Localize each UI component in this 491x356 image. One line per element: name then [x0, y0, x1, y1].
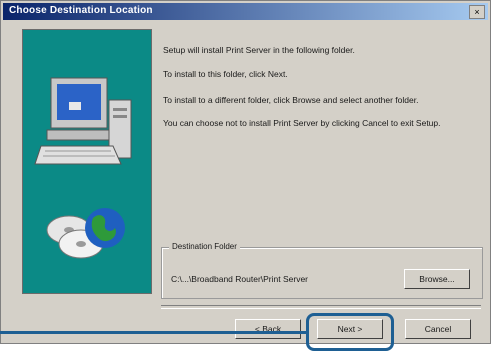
- close-button[interactable]: ×: [469, 5, 485, 19]
- browse-instruction-text: To install to a different folder, click …: [163, 95, 419, 105]
- browse-button[interactable]: Browse...: [404, 269, 470, 289]
- callout-pointer-line: [0, 331, 306, 334]
- cancel-instruction-text: You can choose not to install Print Serv…: [163, 118, 441, 128]
- window-title: Choose Destination Location: [9, 5, 153, 16]
- back-button[interactable]: < Back: [235, 319, 301, 339]
- title-bar: Choose Destination Location ×: [3, 3, 488, 20]
- next-instruction-text: To install to this folder, click Next.: [163, 69, 288, 79]
- setup-illustration: [22, 29, 152, 294]
- computer-and-cd-icon: [34, 77, 132, 259]
- choose-destination-dialog: Choose Destination Location × Setup will…: [0, 0, 491, 344]
- cancel-button[interactable]: Cancel: [405, 319, 471, 339]
- intro-text: Setup will install Print Server in the f…: [163, 45, 355, 55]
- next-button-callout: [306, 313, 394, 351]
- destination-folder-label: Destination Folder: [169, 242, 240, 251]
- button-divider: [161, 305, 481, 309]
- destination-path: C:\...\Broadband Router\Print Server: [171, 274, 309, 284]
- destination-folder-group: Destination Folder C:\...\Broadband Rout…: [161, 242, 483, 299]
